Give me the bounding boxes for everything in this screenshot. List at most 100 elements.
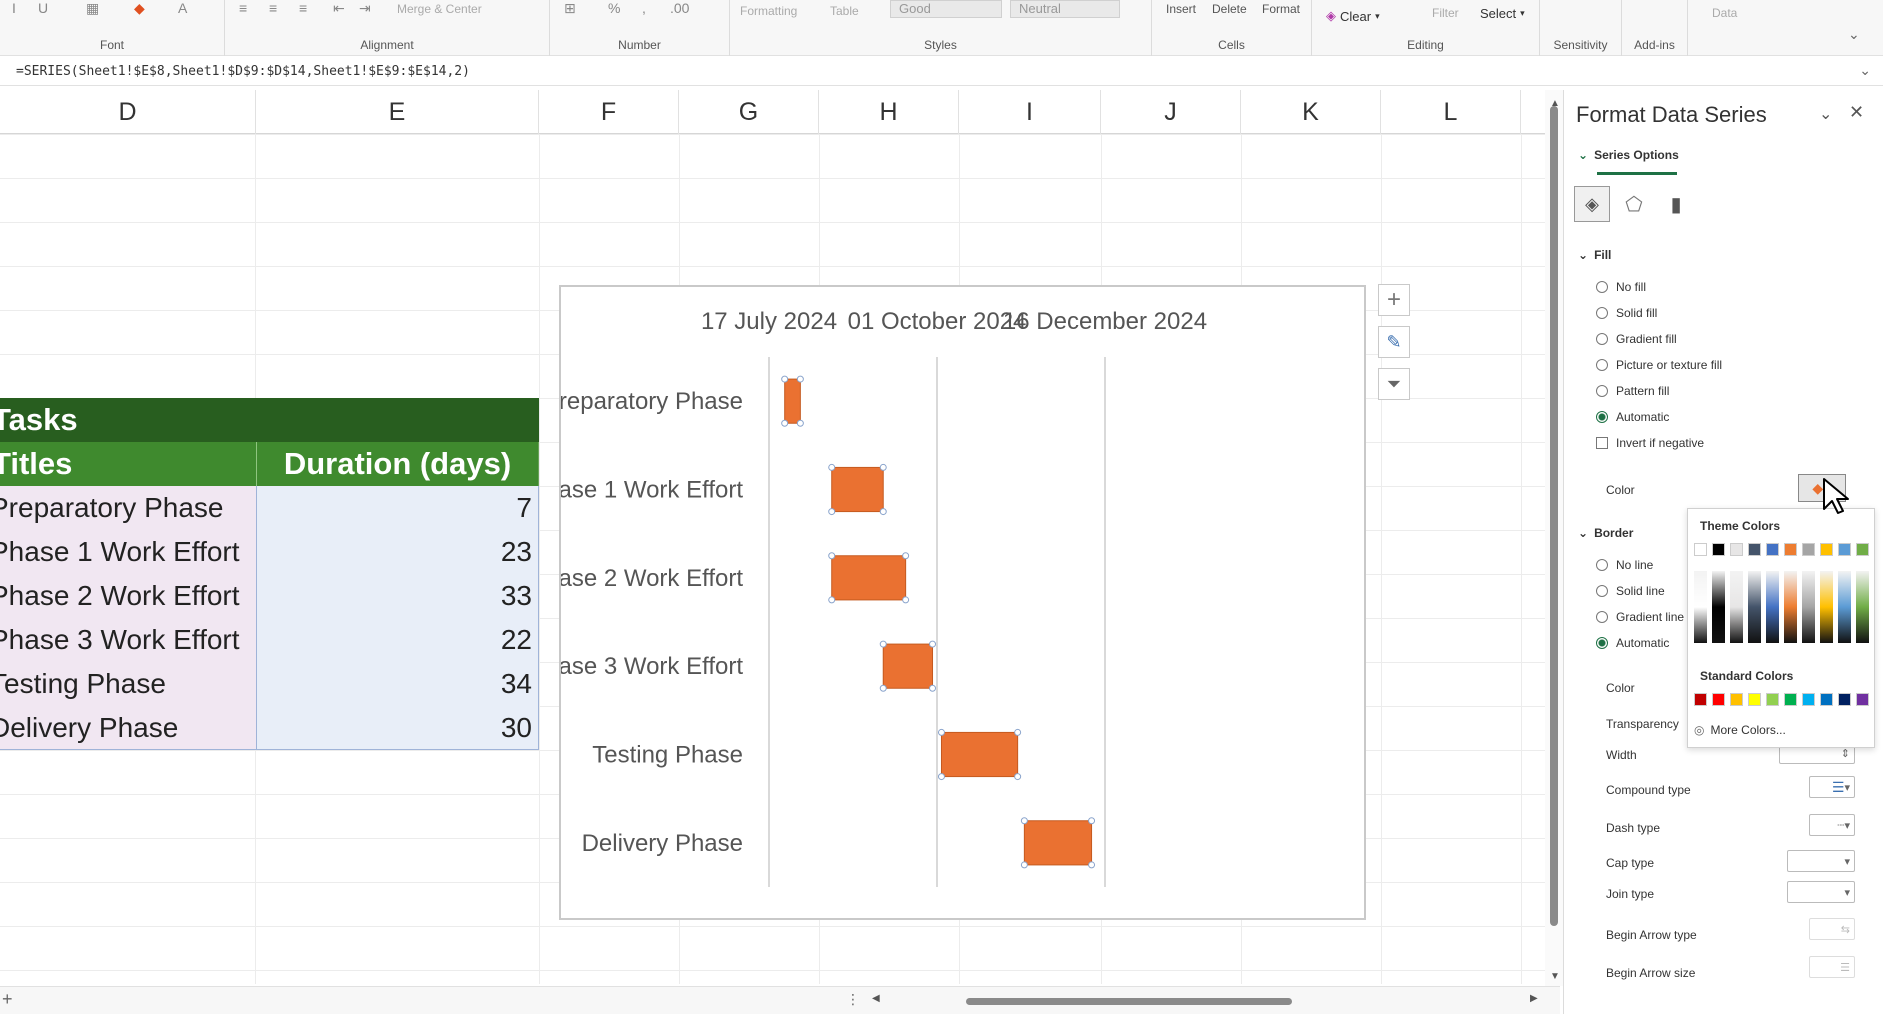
column-header-i[interactable]: I [959, 90, 1101, 134]
color-swatch[interactable] [1748, 543, 1761, 556]
color-swatch[interactable] [1748, 693, 1761, 706]
add-sheet-icon[interactable]: + [2, 989, 13, 1010]
title-cell[interactable]: Phase 2 Work Effort [0, 574, 256, 618]
gantt-bar[interactable] [1023, 820, 1093, 866]
style-good[interactable]: Good [890, 0, 1002, 18]
series-options-header[interactable]: ⌄ Series Options [1578, 148, 1679, 162]
automatic-fill-radio[interactable]: Automatic [1596, 410, 1669, 424]
duration-cell[interactable]: 7 [256, 486, 539, 530]
chart-elements-button[interactable]: + [1378, 284, 1410, 316]
increase-indent-icon[interactable]: ⇥ [359, 0, 371, 17]
format-as-table-button[interactable]: Table [830, 4, 859, 18]
insert-button[interactable]: Insert [1166, 2, 1196, 16]
duration-cell[interactable]: 34 [256, 662, 539, 706]
color-swatch[interactable] [1766, 543, 1779, 556]
sort-filter-button[interactable]: Filter [1432, 6, 1459, 20]
underline-icon[interactable]: U [38, 0, 48, 16]
color-swatch[interactable] [1802, 543, 1815, 556]
column-header-d[interactable]: D [0, 90, 256, 134]
title-cell[interactable]: Phase 3 Work Effort [0, 618, 256, 662]
color-shade-column[interactable] [1730, 571, 1743, 643]
border-header[interactable]: ⌄ Border [1578, 526, 1633, 540]
dash-type-dropdown[interactable]: ┄ ▾ [1809, 814, 1855, 836]
color-swatch[interactable] [1712, 543, 1725, 556]
header-duration-cell[interactable]: Duration (days) [256, 442, 539, 486]
gantt-bar[interactable] [784, 378, 801, 424]
style-neutral[interactable]: Neutral [1010, 0, 1120, 18]
duration-cell[interactable]: 33 [256, 574, 539, 618]
formula-bar[interactable]: =SERIES(Sheet1!$E$8,Sheet1!$D$9:$D$14,Sh… [0, 58, 1883, 86]
compound-type-dropdown[interactable]: ☰ ▾ [1809, 776, 1855, 798]
color-swatch[interactable] [1856, 693, 1869, 706]
currency-icon[interactable]: ⊞ [564, 0, 576, 17]
font-color-icon[interactable]: A [178, 0, 187, 16]
column-header-h[interactable]: H [819, 90, 959, 134]
color-shade-column[interactable] [1784, 571, 1797, 643]
begin-arrow-size-dropdown[interactable]: ☰ [1809, 956, 1855, 978]
borders-icon[interactable]: ▦ [86, 0, 99, 17]
color-swatch[interactable] [1838, 543, 1851, 556]
color-shade-column[interactable] [1820, 571, 1833, 643]
gantt-bar[interactable] [940, 731, 1019, 778]
decrease-indent-icon[interactable]: ⇤ [333, 0, 345, 17]
effects-tab-icon[interactable]: ⬠ [1616, 186, 1652, 222]
color-swatch[interactable] [1856, 543, 1869, 556]
align-right-icon[interactable]: ≡ [299, 0, 307, 16]
scroll-down-icon[interactable]: ▼ [1550, 971, 1560, 982]
color-shade-column[interactable] [1838, 571, 1851, 643]
more-icon[interactable]: ⋮ [846, 991, 860, 1008]
chart-styles-button[interactable]: ✎ [1378, 326, 1410, 358]
radio-icon[interactable] [1596, 307, 1608, 319]
duration-cell[interactable]: 30 [256, 706, 539, 750]
color-shade-column[interactable] [1766, 571, 1779, 643]
picture-texture-fill-radio[interactable]: Picture or texture fill [1596, 358, 1722, 372]
fill-color-icon[interactable]: ◆ [134, 0, 145, 17]
checkbox-icon[interactable] [1596, 437, 1608, 449]
merge-center-button[interactable]: Merge & Center [397, 2, 482, 16]
column-header-f[interactable]: F [539, 90, 679, 134]
format-button[interactable]: Format [1262, 2, 1300, 16]
automatic-line-radio[interactable]: Automatic [1596, 636, 1669, 650]
find-select-button[interactable]: Select ▾ [1480, 6, 1525, 21]
column-header-k[interactable]: K [1241, 90, 1381, 134]
conditional-formatting-button[interactable]: Formatting [740, 4, 797, 18]
color-shade-column[interactable] [1748, 571, 1761, 643]
radio-icon[interactable] [1596, 281, 1608, 293]
radio-icon[interactable] [1596, 359, 1608, 371]
gantt-bar[interactable] [882, 643, 934, 689]
title-cell[interactable]: Testing Phase [0, 662, 256, 706]
column-header-l[interactable]: L [1381, 90, 1521, 134]
color-swatch[interactable] [1784, 543, 1797, 556]
no-line-radio[interactable]: No line [1596, 558, 1653, 572]
vertical-scroll-thumb[interactable] [1550, 106, 1558, 926]
color-swatch[interactable] [1730, 693, 1743, 706]
radio-selected-icon[interactable] [1596, 411, 1608, 423]
cap-type-dropdown[interactable]: ▾ [1787, 850, 1855, 872]
gradient-line-radio[interactable]: Gradient line [1596, 610, 1684, 624]
scroll-right-icon[interactable]: ▶ [1530, 993, 1538, 1004]
color-swatch[interactable] [1694, 543, 1707, 556]
no-fill-radio[interactable]: No fill [1596, 280, 1646, 294]
color-swatch[interactable] [1802, 693, 1815, 706]
gradient-fill-radio[interactable]: Gradient fill [1596, 332, 1677, 346]
table-title-cell[interactable]: Tasks [0, 398, 539, 442]
decimal-icon[interactable]: .00 [670, 0, 689, 16]
vertical-scrollbar[interactable]: ▲ ▼ [1545, 90, 1563, 986]
formula-text[interactable]: =SERIES(Sheet1!$E$8,Sheet1!$D$9:$D$14,Sh… [16, 64, 470, 79]
duration-cell[interactable]: 22 [256, 618, 539, 662]
title-cell[interactable]: Delivery Phase [0, 706, 256, 750]
color-shade-column[interactable] [1856, 571, 1869, 643]
join-type-dropdown[interactable]: ▾ [1787, 881, 1855, 903]
horizontal-scrollbar[interactable]: + ⋮ ◀ ▶ [0, 986, 1560, 1014]
fill-header[interactable]: ⌄ Fill [1578, 248, 1611, 262]
header-titles-cell[interactable]: Titles [0, 442, 256, 486]
italic-icon[interactable]: I [12, 0, 16, 16]
fill-line-tab-icon[interactable]: ◈ [1574, 186, 1610, 222]
solid-fill-radio[interactable]: Solid fill [1596, 306, 1657, 320]
duration-cell[interactable]: 23 [256, 530, 539, 574]
column-header-e[interactable]: E [256, 90, 539, 134]
column-header-g[interactable]: G [679, 90, 819, 134]
solid-line-radio[interactable]: Solid line [1596, 584, 1665, 598]
radio-icon[interactable] [1596, 559, 1608, 571]
close-icon[interactable]: ✕ [1849, 102, 1864, 123]
